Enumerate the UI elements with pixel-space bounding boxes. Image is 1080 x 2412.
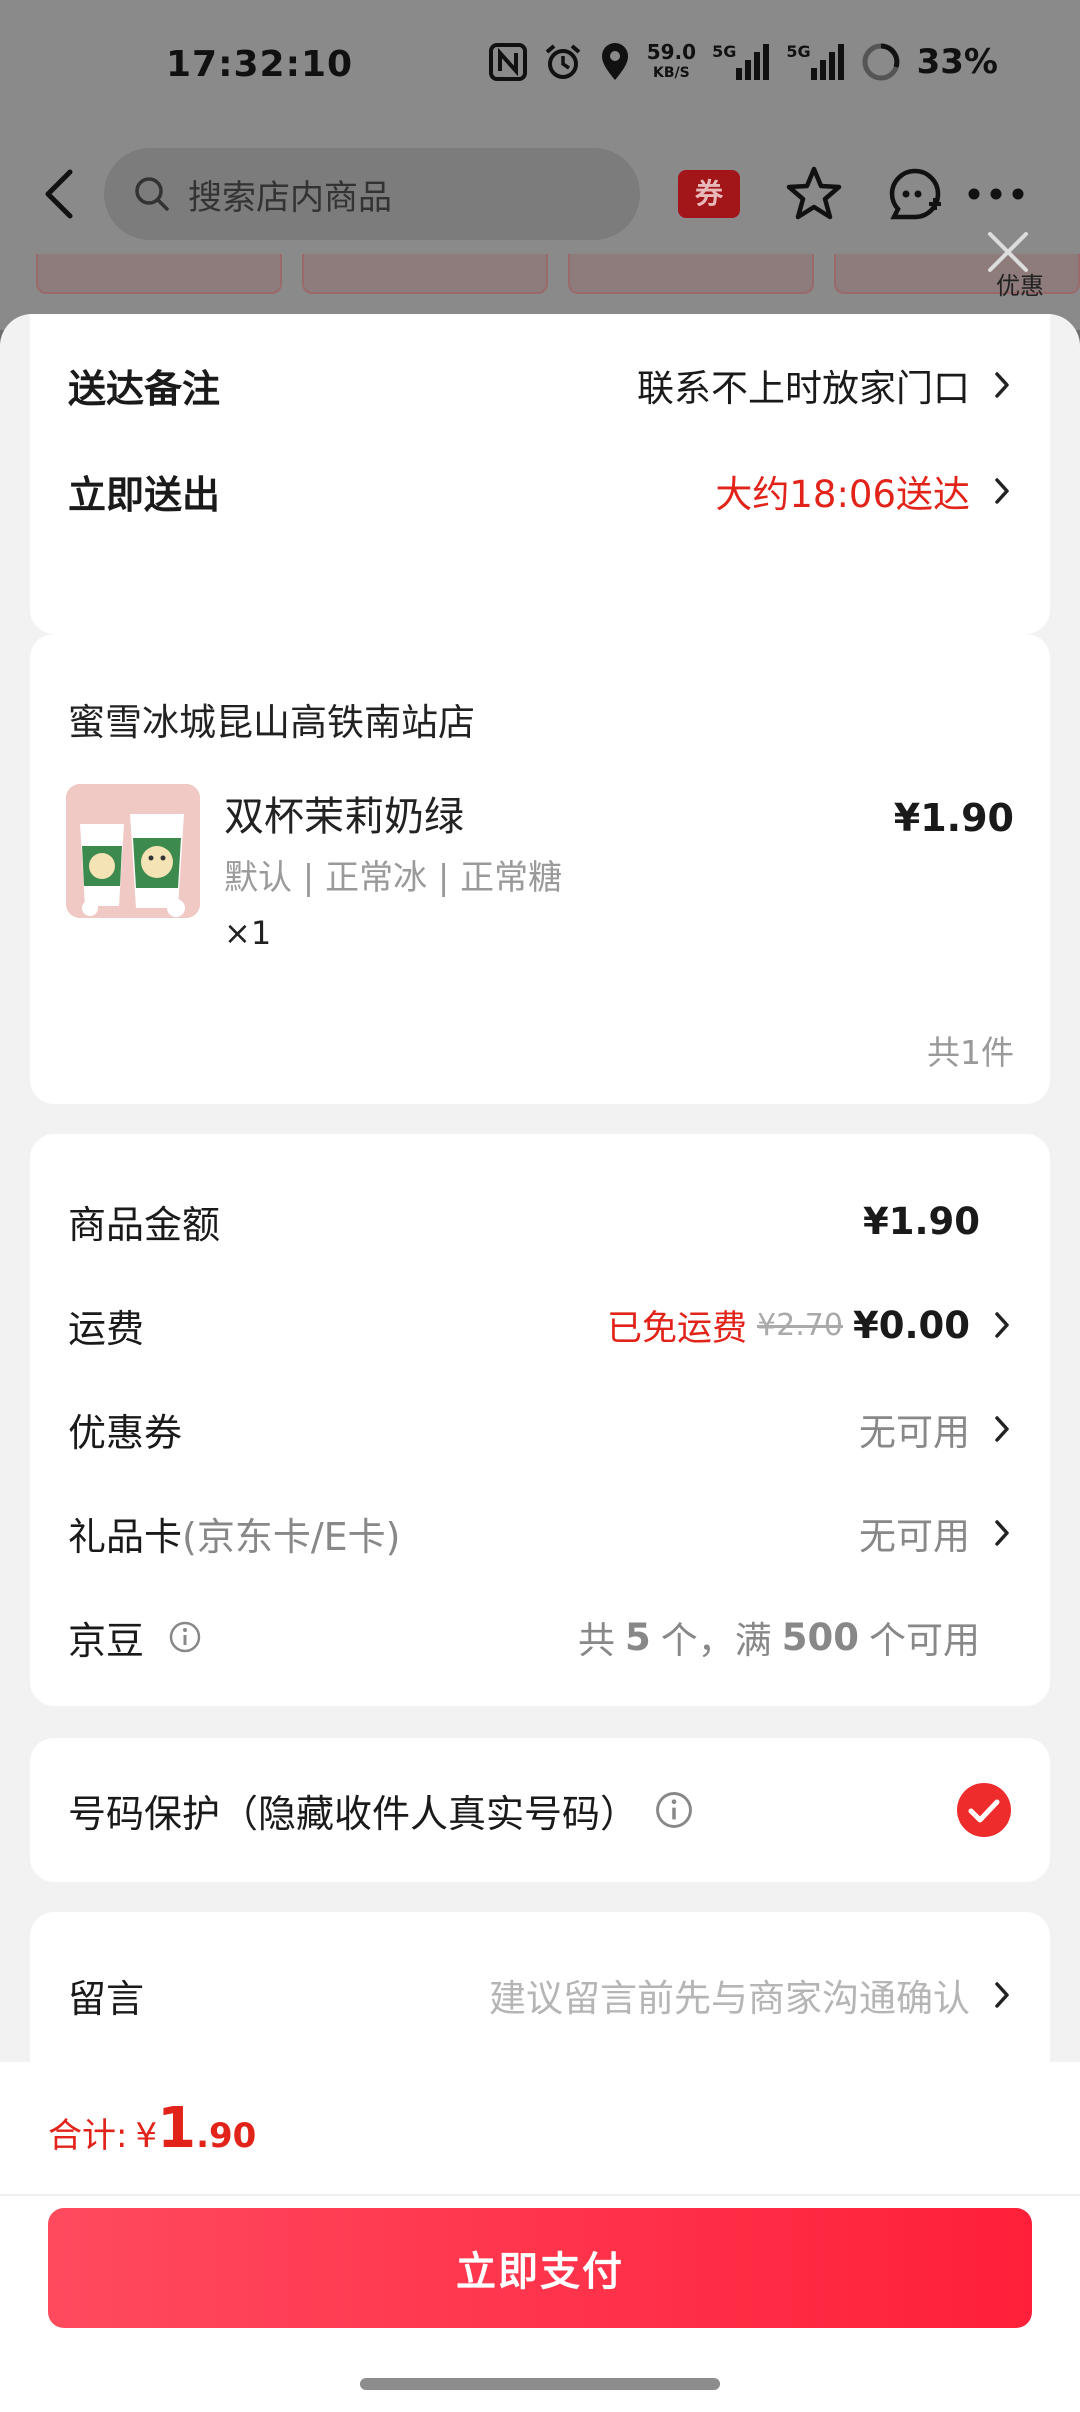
delivery-card: 送达备注 联系不上时放家门口 立即送出 大约18:06送达 [30, 314, 1050, 634]
delivery-note-value: 联系不上时放家门口 [637, 367, 970, 410]
location-icon [599, 42, 631, 82]
jd-bean-prefix: 共 [578, 1619, 616, 1662]
jd-bean-row: 京豆 共 5 个，满 500 个可用 [68, 1602, 1012, 1672]
gift-card-label-wrap: 礼品卡(京东卡/E卡) [68, 1506, 400, 1561]
product-quantity: ×1 [224, 914, 272, 952]
promo-chip [36, 254, 282, 294]
status-time: 17:32:10 [166, 44, 354, 85]
total-label: 合计: [48, 2116, 128, 2156]
privacy-card: 号码保护（隐藏收件人真实号码） [30, 1738, 1050, 1882]
chevron-right-icon [995, 1982, 1009, 2008]
gift-card-label: 礼品卡 [68, 1514, 183, 1559]
network-speed: 59.0 KB/S [646, 39, 697, 81]
goods-amount-wrap: ¥1.90 [863, 1200, 980, 1243]
checkout-footer: 合计: ¥ 1 .90 立即支付 [0, 2062, 1080, 2412]
jd-bean-mid: 个，满 [660, 1619, 772, 1662]
product-spec: 默认 | 正常冰 | 正常糖 [224, 858, 563, 898]
search-icon [135, 177, 169, 211]
number-protection-toggle-wrap [956, 1782, 1012, 1838]
promo-chip [302, 254, 548, 294]
chevron-right-icon [995, 478, 1009, 504]
gift-card-sublabel: (京东卡/E卡) [182, 1514, 401, 1559]
nfc-icon [488, 42, 527, 82]
order-card: 蜜雪冰城昆山高铁南站店 双杯茉莉奶绿 默认 | 正常冰 | 正常糖 ×1 ¥1.… [30, 634, 1050, 1104]
order-total: 合计: ¥ 1 .90 [48, 2096, 256, 2161]
jd-bean-count: 5 [625, 1615, 651, 1659]
checkmark-icon[interactable] [956, 1782, 1012, 1838]
coupon-value: 无可用 [859, 1411, 970, 1454]
back-arrow-icon[interactable] [36, 166, 86, 222]
search-placeholder: 搜索店内商品 [188, 177, 392, 218]
status-icons: 59.0 KB/S 5G 5G 33% [488, 39, 998, 82]
shipping-value: ¥0.00 [852, 1303, 970, 1347]
jd-bean-label: 京豆 [68, 1618, 145, 1663]
promo-strip [36, 254, 1080, 294]
jd-bean-value: 共 5 个，满 500 个可用 [578, 1610, 980, 1664]
item-count: 共1件 [927, 1033, 1014, 1072]
status-bar: 17:32:10 59.0 KB/S 5G 5G 33% [0, 0, 1080, 140]
jd-bean-suffix: 个可用 [869, 1619, 980, 1662]
customer-service-icon[interactable] [884, 164, 946, 224]
number-protection-label: 号码保护（隐藏收件人真实号码） [68, 1791, 639, 1836]
background-page: 17:32:10 59.0 KB/S 5G 5G 33% 搜索店内商品 券 优惠 [0, 0, 1080, 330]
pay-now-button[interactable]: 立即支付 [48, 2208, 1032, 2328]
more-icon[interactable] [966, 186, 1026, 202]
top-nav: 搜索店内商品 券 [0, 144, 1080, 244]
goods-amount-label: 商品金额 [68, 1202, 221, 1247]
total-currency: ¥ [135, 2116, 158, 2156]
gift-card-row[interactable]: 礼品卡(京东卡/E卡) 无可用 [68, 1498, 1012, 1568]
coupon-value-wrap: 无可用 [859, 1402, 1012, 1456]
coupon-label: 优惠券 [68, 1410, 183, 1455]
gift-card-value-wrap: 无可用 [859, 1506, 1012, 1560]
shipping-row[interactable]: 运费 已免运费 ¥2.70 ¥0.00 [68, 1290, 1012, 1360]
chevron-right-icon [995, 372, 1009, 398]
delivery-note-row[interactable]: 送达备注 联系不上时放家门口 [68, 350, 1012, 420]
coupon-badge[interactable]: 券 [678, 170, 740, 218]
message-label: 留言 [68, 1976, 145, 2021]
chevron-right-icon [995, 1312, 1009, 1338]
fees-card: 商品金额 ¥1.90 运费 已免运费 ¥2.70 ¥0.00 优惠券 无可用 礼… [30, 1134, 1050, 1706]
chevron-right-icon [995, 1416, 1009, 1442]
chevron-right-icon [995, 1520, 1009, 1546]
free-shipping-tag: 已免运费 [607, 1308, 748, 1349]
signal-icon: 5G [712, 42, 770, 82]
gift-card-value: 无可用 [859, 1515, 970, 1558]
dispatch-time-row[interactable]: 立即送出 大约18:06送达 [68, 456, 1012, 526]
dispatch-value-wrap: 大约18:06送达 [715, 464, 1012, 518]
promo-chip [568, 254, 814, 294]
shipping-original-price: ¥2.70 [757, 1307, 843, 1343]
store-name: 蜜雪冰城昆山高铁南站店 [68, 701, 475, 744]
coupon-row[interactable]: 优惠券 无可用 [68, 1394, 1012, 1464]
goods-amount-row: 商品金额 ¥1.90 [68, 1186, 1012, 1256]
star-icon[interactable] [784, 164, 844, 224]
jd-bean-threshold: 500 [781, 1615, 859, 1659]
total-amount-integer: 1 [157, 2096, 197, 2161]
info-icon[interactable] [168, 1620, 202, 1654]
dispatch-label: 立即送出 [68, 472, 221, 517]
shipping-value-wrap: 已免运费 ¥2.70 ¥0.00 [607, 1300, 1012, 1351]
close-caption: 优惠 [996, 272, 1044, 300]
shipping-label: 运费 [68, 1306, 145, 1351]
message-row[interactable]: 留言 建议留言前先与商家沟通确认 [68, 1960, 1012, 2030]
delivery-note-label: 送达备注 [68, 366, 221, 411]
signal-icon: 5G [786, 42, 844, 82]
divider [0, 2194, 1080, 2196]
goods-amount-value: ¥1.90 [862, 1199, 980, 1243]
delivery-note-value-wrap: 联系不上时放家门口 [637, 358, 1012, 412]
dispatch-eta: 大约18:06送达 [715, 473, 970, 516]
alarm-icon [543, 42, 583, 82]
search-input[interactable]: 搜索店内商品 [104, 148, 640, 240]
product-name: 双杯茉莉奶绿 [224, 794, 464, 840]
total-amount-decimal: .90 [196, 2116, 257, 2156]
battery-icon [861, 42, 901, 82]
home-indicator[interactable] [360, 2378, 720, 2390]
message-input-wrap: 建议留言前先与商家沟通确认 [489, 1968, 1012, 2022]
message-placeholder[interactable]: 建议留言前先与商家沟通确认 [489, 1968, 970, 2022]
battery-level: 33% [916, 42, 998, 82]
product-image[interactable] [66, 784, 200, 918]
product-price: ¥1.90 [893, 796, 1014, 840]
number-protection-row: 号码保护（隐藏收件人真实号码） [68, 1775, 1012, 1845]
info-icon[interactable] [654, 1790, 694, 1830]
